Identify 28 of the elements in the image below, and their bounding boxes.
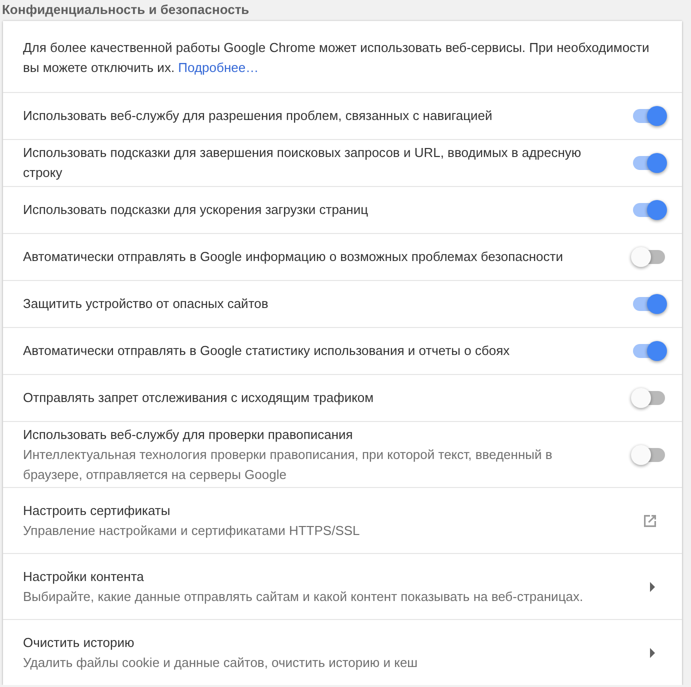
toggle-switch[interactable] — [631, 247, 667, 267]
setting-description: Удалить файлы cookie и данные сайтов, очистить историю и кеш — [23, 654, 419, 672]
setting-description: Управление настройками и сертификатами HTTPS/SSL — [23, 522, 361, 540]
arrow-right-icon[interactable] — [650, 582, 655, 592]
setting-description: Выбирайте, какие данные отправлять сайтам и какой контент показывать на веб-страницах. — [23, 588, 584, 606]
toggle-switch[interactable] — [631, 200, 667, 220]
setting-label: Автоматически отправлять в Google информацию о возможных проблемах безопасности — [23, 248, 564, 266]
toggle-switch[interactable] — [631, 106, 667, 126]
section-title: Конфиденциальность и безопасность — [2, 1, 250, 19]
setting-label: Использовать веб-службу для разрешения проблем, связанных с навигацией — [23, 107, 494, 125]
setting-label: Защитить устройство от опасных сайтов — [23, 295, 270, 313]
toggle-switch[interactable] — [631, 388, 667, 408]
setting-description: Интеллектуальная технология проверки правописания, при которой текст, введенный в браузере, отправляется на серверы Google — [23, 446, 554, 484]
setting-label: Отправлять запрет отслеживания с исходящим трафиком — [23, 389, 375, 407]
setting-label: Автоматически отправлять в Google статистику использования и отчеты о сбоях — [23, 342, 511, 360]
toggle-switch[interactable] — [631, 153, 667, 173]
setting-label: Очистить историю — [23, 634, 136, 652]
setting-label: Использовать веб-службу для проверки правописания — [23, 426, 354, 444]
toggle-switch[interactable] — [631, 294, 667, 314]
learn-more-link[interactable]: Подробнее… — [178, 60, 259, 75]
setting-label: Настроить сертификаты — [23, 502, 172, 520]
arrow-right-icon[interactable] — [650, 648, 655, 658]
intro-text: Для более качественной работы Google Chrome может использовать веб-сервисы. При необходимости вы можете отключить их. Подробнее… — [22, 39, 650, 77]
toggle-switch[interactable] — [631, 341, 667, 361]
setting-label: Настройки контента — [23, 568, 145, 586]
setting-label: Использовать подсказки для завершения поисковых запросов и URL, вводимых в адресную строку — [23, 144, 582, 182]
setting-label: Использовать подсказки для ускорения загрузки страниц — [23, 201, 370, 219]
toggle-switch[interactable] — [631, 444, 667, 464]
